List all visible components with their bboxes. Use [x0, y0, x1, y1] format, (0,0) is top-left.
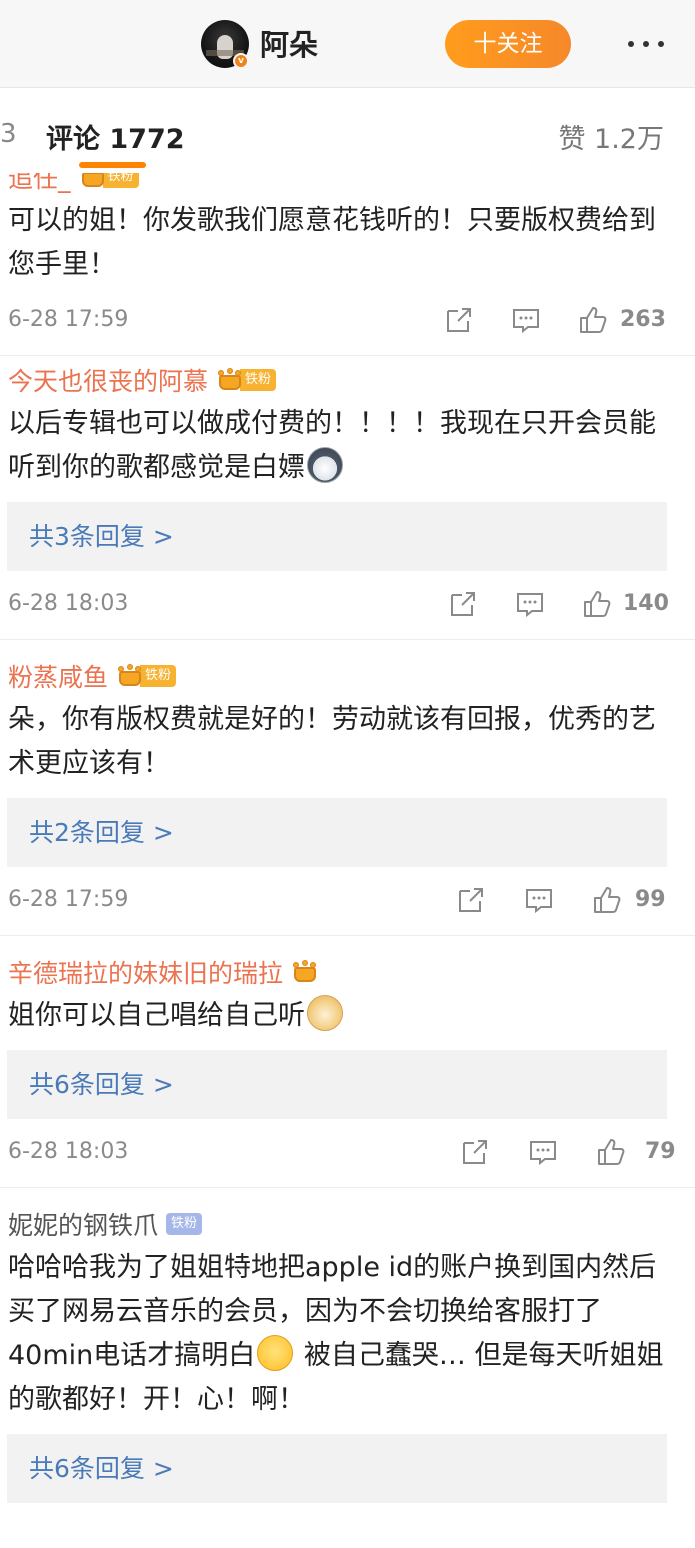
- fan-badge: 铁粉: [102, 173, 139, 188]
- verified-badge: v: [233, 53, 249, 69]
- comment-item: 粉蒸咸鱼 铁粉 朵，你有版权费就是好的！劳动就该有回报，优秀的艺术更应该有！ 共…: [0, 640, 695, 936]
- view-replies-link[interactable]: 共6条回复 >: [7, 1434, 667, 1503]
- comment-text: 以后专辑也可以做成付费的！！！！我现在只开会员能听到你的歌都感觉是白嫖: [8, 408, 656, 483]
- share-icon[interactable]: [456, 885, 486, 915]
- comment-time: 6-28 18:03: [8, 1139, 129, 1164]
- fan-badge: 铁粉: [166, 1213, 203, 1235]
- like-count: 99: [635, 887, 666, 912]
- share-icon[interactable]: [444, 305, 474, 335]
- tab-likes[interactable]: 赞 1.2万: [558, 117, 664, 156]
- comment-text: 姐你可以自己唱给自己听: [8, 994, 695, 1038]
- tab-comments[interactable]: 评论 1772: [46, 117, 185, 156]
- comment-list: 追任_ 铁粉 可以的姐！你发歌我们愿意花钱听的！只要版权费给到您手里！ 6-28…: [0, 173, 695, 1548]
- comment-time: 6-28 17:59: [8, 307, 129, 332]
- comment-time: 6-28 17:59: [8, 887, 129, 912]
- page-title[interactable]: 阿朵: [260, 27, 318, 63]
- fan-badge: 铁粉: [140, 665, 177, 687]
- share-icon[interactable]: [448, 589, 478, 619]
- comment-icon[interactable]: [515, 589, 545, 619]
- fan-badge: 铁粉: [240, 369, 277, 391]
- husky-emoji-icon: [307, 447, 343, 483]
- comment-item: 辛德瑞拉的妹妹旧的瑞拉 姐你可以自己唱给自己听 共6条回复 > 6-28 18:…: [0, 936, 695, 1188]
- view-replies-link[interactable]: 共6条回复 >: [7, 1050, 667, 1119]
- follow-button[interactable]: 十关注: [445, 20, 571, 68]
- comment-icon[interactable]: [524, 885, 554, 915]
- comment-username[interactable]: 妮妮的钢铁爪: [8, 1206, 158, 1242]
- like-icon[interactable]: [592, 885, 622, 915]
- like-icon[interactable]: [596, 1137, 626, 1167]
- view-replies-link[interactable]: 共2条回复 >: [7, 798, 667, 867]
- comment-text: 哈哈哈我为了姐姐特地把apple id的账户换到国内然后买了网易云音乐的会员，因…: [8, 1252, 664, 1415]
- view-replies-link[interactable]: 共3条回复 >: [7, 502, 667, 571]
- comment-username[interactable]: 辛德瑞拉的妹妹旧的瑞拉: [8, 954, 283, 990]
- like-count: 79: [645, 1139, 676, 1164]
- more-dots-icon[interactable]: [618, 30, 674, 58]
- comment-item: 追任_ 铁粉 可以的姐！你发歌我们愿意花钱听的！只要版权费给到您手里！ 6-28…: [0, 173, 695, 356]
- comment-icon[interactable]: [528, 1137, 558, 1167]
- comment-username[interactable]: 粉蒸咸鱼: [8, 658, 108, 694]
- like-icon[interactable]: [578, 305, 608, 335]
- comment-time: 6-28 18:03: [8, 591, 129, 616]
- crown-icon: [81, 173, 105, 188]
- doge-emoji-icon: [307, 995, 343, 1031]
- like-count: 140: [623, 591, 669, 616]
- crown-icon: [218, 368, 242, 391]
- comment-text: 朵，你有版权费就是好的！劳动就该有回报，优秀的艺术更应该有！: [8, 704, 656, 779]
- share-icon[interactable]: [460, 1137, 490, 1167]
- active-tab-indicator: [79, 162, 146, 168]
- comment-text: 可以的姐！你发歌我们愿意花钱听的！只要版权费给到您手里！: [8, 205, 656, 280]
- crown-icon: [293, 960, 317, 983]
- comment-item: 妮妮的钢铁爪 铁粉 哈哈哈我为了姐姐特地把apple id的账户换到国内然后买了…: [0, 1188, 695, 1503]
- top-bar: v 阿朵 十关注: [0, 0, 695, 88]
- comment-tabs: 3 评论 1772 赞 1.2万: [0, 89, 695, 173]
- like-icon[interactable]: [582, 589, 612, 619]
- comment-username[interactable]: 追任_: [8, 173, 71, 195]
- crown-icon: [118, 664, 142, 687]
- laugh-cry-emoji-icon: [257, 1335, 294, 1371]
- like-count: 263: [620, 307, 666, 332]
- comment-icon[interactable]: [511, 305, 541, 335]
- comment-username[interactable]: 今天也很丧的阿慕: [8, 362, 208, 398]
- tab-reposts[interactable]: 3: [0, 119, 17, 149]
- comment-item: 今天也很丧的阿慕 铁粉 以后专辑也可以做成付费的！！！！我现在只开会员能听到你的…: [0, 356, 695, 640]
